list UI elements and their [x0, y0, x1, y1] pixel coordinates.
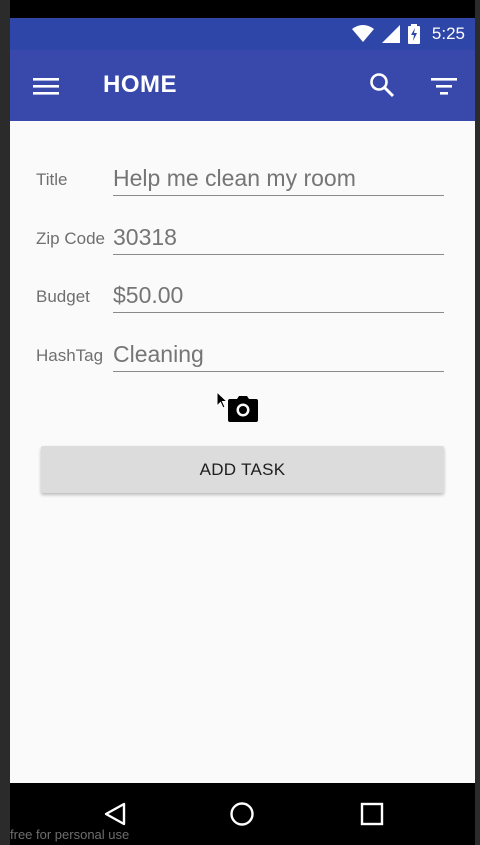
- hashtag-row: HashTag: [36, 332, 444, 372]
- status-bar: 5:25: [10, 18, 475, 50]
- search-icon[interactable]: [368, 71, 396, 99]
- budget-label: Budget: [36, 287, 90, 306]
- watermark: free for personal use: [10, 827, 130, 842]
- budget-field[interactable]: [113, 278, 444, 313]
- status-icons: 5:25: [351, 22, 465, 46]
- zip-code-field[interactable]: [113, 220, 444, 255]
- app-bar: HOME: [10, 50, 475, 121]
- title-label: Title: [36, 170, 68, 189]
- hashtag-field[interactable]: [113, 337, 444, 372]
- budget-row: Budget: [36, 273, 444, 313]
- wifi-icon: [351, 25, 374, 42]
- task-form: Title Zip Code Budget HashTag ADD TASK: [10, 121, 475, 783]
- camera-icon[interactable]: [228, 396, 258, 422]
- recent-apps-icon[interactable]: [359, 801, 385, 827]
- zip-code-row: Zip Code: [36, 215, 444, 255]
- device-screen: 5:25 HOME Title Help me clean my room Zi…: [10, 0, 475, 845]
- menu-icon[interactable]: [32, 72, 60, 100]
- home-icon[interactable]: [229, 801, 255, 827]
- back-icon[interactable]: [102, 801, 128, 827]
- title-field[interactable]: [113, 161, 444, 196]
- add-task-button[interactable]: ADD TASK: [41, 446, 444, 493]
- battery-charging-icon: [407, 24, 420, 44]
- title-row: Title: [36, 156, 444, 196]
- zip-code-label: Zip Code: [36, 229, 105, 248]
- mouse-pointer-icon: [216, 391, 228, 409]
- cellular-signal-icon: [381, 25, 400, 43]
- screen: 5:25 HOME Title Help me clean my room Zi…: [0, 0, 480, 845]
- hashtag-label: HashTag: [36, 346, 104, 365]
- page-title: HOME: [103, 71, 177, 98]
- status-time: 5:25: [431, 24, 465, 43]
- filter-icon[interactable]: [430, 72, 458, 100]
